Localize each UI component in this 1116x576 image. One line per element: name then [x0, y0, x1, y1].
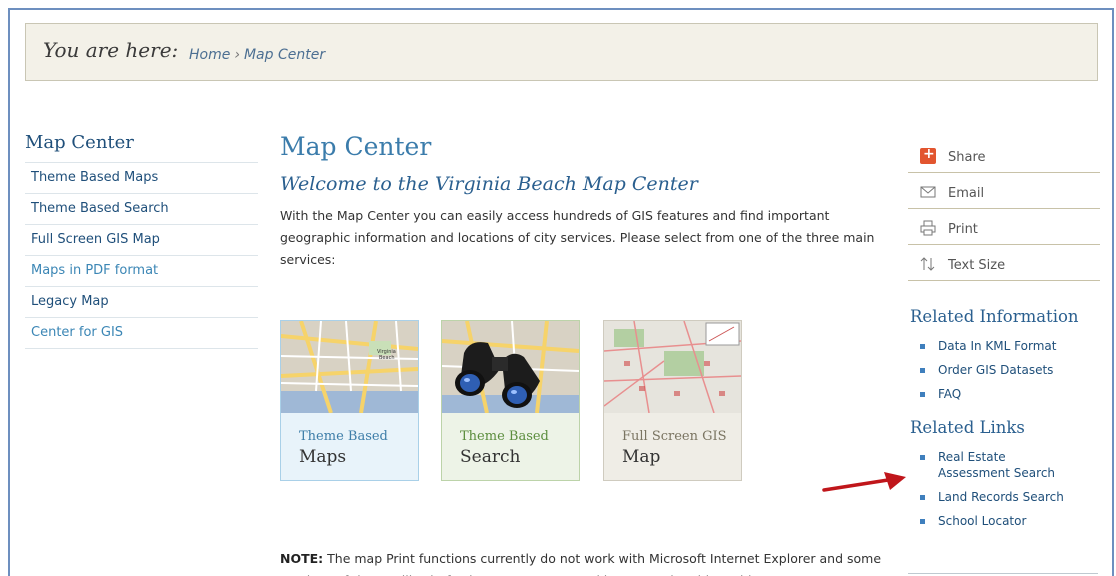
breadcrumb-label: You are here: [43, 38, 179, 62]
left-nav-item-full-screen-gis-map[interactable]: Full Screen GIS Map [25, 225, 258, 256]
left-nav-item-theme-based-maps[interactable]: Theme Based Maps [25, 163, 258, 194]
main-content: Map Center Welcome to the Virginia Beach… [280, 132, 881, 576]
right-sidebar: Share Email Print Text Size Related Info… [908, 137, 1100, 537]
red-arrow-icon [822, 470, 908, 502]
note-text: NOTE: The map Print functions currently … [280, 548, 890, 576]
email-icon [920, 184, 936, 200]
related-info-link-kml[interactable]: Data In KML Format [920, 338, 1100, 354]
note-label: NOTE: [280, 551, 324, 566]
page-title: Map Center [280, 132, 432, 161]
svg-text:Beach: Beach [379, 355, 395, 361]
breadcrumb-current: Map Center [243, 47, 326, 63]
page-frame: You are here: Home › Map Center Map Center… [8, 8, 1114, 576]
card-line2: Maps [299, 447, 347, 467]
left-nav-item-theme-based-search[interactable]: Theme Based Search [25, 194, 258, 225]
related-links-heading: Related Links [910, 418, 1025, 437]
email-label: Email [948, 186, 985, 201]
breadcrumb-path: Home › Map Center [189, 47, 325, 63]
gis-map-thumbnail[interactable] [604, 321, 741, 413]
email-tool[interactable]: Email [908, 173, 1100, 209]
card-line1: Full Screen GIS [622, 429, 727, 444]
print-tool[interactable]: Print [908, 209, 1100, 245]
service-cards: Virginia Beach Theme Based Maps Theme Ba… [280, 320, 880, 482]
breadcrumb-separator: › [234, 47, 240, 63]
card-line1: Theme Based [299, 429, 388, 444]
page-subtitle: Welcome to the Virginia Beach Map Center [280, 173, 698, 195]
breadcrumb: You are here: Home › Map Center [25, 23, 1098, 81]
breadcrumb-home-link[interactable]: Home [189, 47, 230, 63]
related-link-land-records[interactable]: Land Records Search [920, 489, 1100, 505]
card-line2: Map [622, 447, 661, 467]
left-nav-item-legacy-map[interactable]: Legacy Map [25, 287, 258, 318]
left-nav-title[interactable]: Map Center [25, 132, 258, 163]
street-map-thumbnail[interactable]: Virginia Beach [281, 321, 418, 413]
card-line1: Theme Based [460, 429, 549, 444]
text-size-tool[interactable]: Text Size [908, 245, 1100, 281]
left-nav: Map Center Theme Based Maps Theme Based … [25, 132, 258, 349]
card-full-screen-gis-map[interactable]: Full Screen GIS Map [603, 320, 742, 481]
share-label: Share [948, 150, 986, 165]
related-links-list: Real Estate Assessment Search Land Recor… [908, 449, 1100, 529]
left-nav-item-maps-in-pdf[interactable]: Maps in PDF format [25, 256, 258, 287]
related-link-school-locator[interactable]: School Locator [920, 513, 1100, 529]
related-information-heading: Related Information [910, 307, 1079, 326]
print-label: Print [948, 222, 978, 237]
share-icon [920, 146, 936, 164]
binoculars-thumbnail[interactable] [442, 321, 579, 413]
related-information-list: Data In KML Format Order GIS Datasets FA… [908, 338, 1100, 402]
left-nav-item-center-for-gis[interactable]: Center for GIS [25, 318, 258, 349]
text-size-icon [920, 256, 936, 272]
print-icon [920, 220, 936, 236]
intro-text: With the Map Center you can easily acces… [280, 208, 875, 267]
related-info-link-faq[interactable]: FAQ [920, 386, 1100, 402]
right-divider [908, 573, 1098, 574]
card-theme-based-search[interactable]: Theme Based Search [441, 320, 580, 481]
card-line2: Search [460, 447, 521, 467]
related-info-link-order-datasets[interactable]: Order GIS Datasets [920, 362, 1100, 378]
card-theme-based-maps[interactable]: Virginia Beach Theme Based Maps [280, 320, 419, 481]
related-link-real-estate-assessment[interactable]: Real Estate Assessment Search [920, 449, 1080, 481]
share-tool[interactable]: Share [908, 137, 1100, 173]
note-body: The map Print functions currently do not… [280, 551, 882, 576]
text-size-label: Text Size [948, 258, 1006, 273]
